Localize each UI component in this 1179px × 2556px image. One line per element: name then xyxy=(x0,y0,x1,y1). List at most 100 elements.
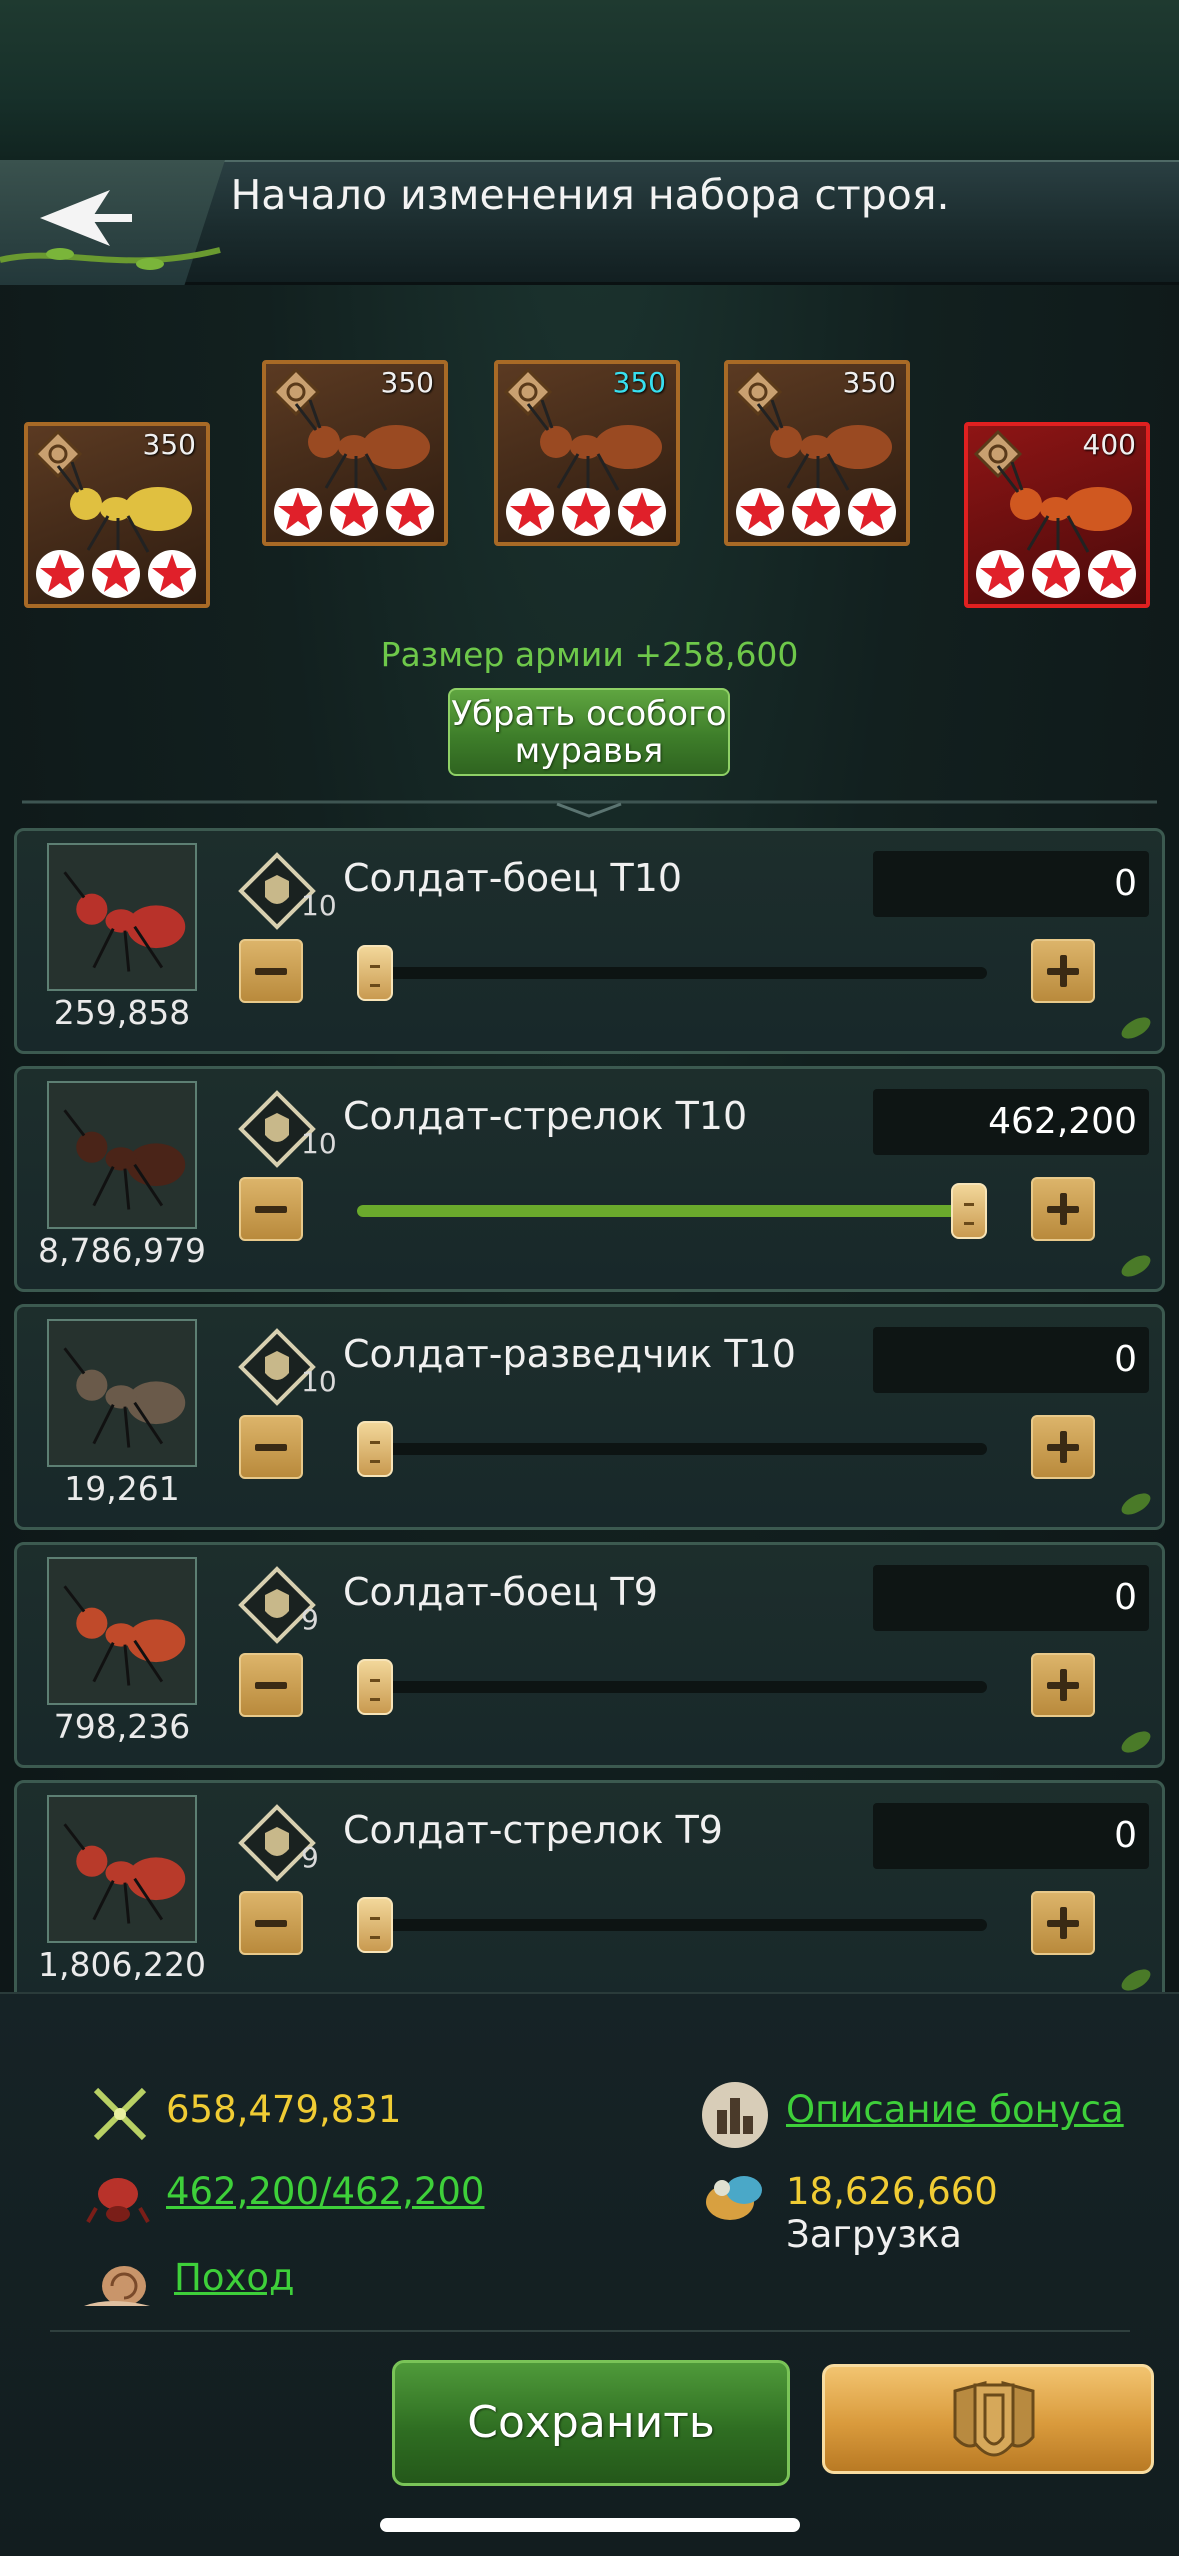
section-divider xyxy=(22,800,1157,818)
troop-slider-handle[interactable] xyxy=(357,1897,393,1953)
hero-card[interactable]: 350 xyxy=(494,360,680,546)
troop-available-count: 798,236 xyxy=(53,1707,191,1746)
march-link[interactable]: Поход xyxy=(174,2256,295,2299)
ant-icon xyxy=(49,1083,195,1227)
star-icon xyxy=(386,488,434,536)
decrease-button[interactable] xyxy=(239,939,303,1003)
hero-card[interactable]: 350 xyxy=(724,360,910,546)
shield-button[interactable] xyxy=(822,2364,1154,2474)
troop-slider-track[interactable] xyxy=(357,1681,987,1693)
troop-row: 798,236 9 Солдат-боец T9 0 xyxy=(14,1542,1165,1768)
star-icon xyxy=(562,488,610,536)
star-icon xyxy=(618,488,666,536)
bonus-description-link[interactable]: Описание бонуса xyxy=(786,2088,1124,2131)
troop-name: Солдат-боец T10 xyxy=(343,856,683,900)
leaf-decor xyxy=(1121,1731,1151,1753)
star-icon xyxy=(1088,550,1136,598)
hero-card[interactable]: 350 xyxy=(24,422,210,608)
troop-tier: 9 xyxy=(301,1841,319,1874)
star-icon xyxy=(330,488,378,536)
troop-quantity-input[interactable]: 0 xyxy=(873,1327,1149,1393)
star-icon xyxy=(506,488,554,536)
increase-button[interactable] xyxy=(1031,939,1095,1003)
troop-quantity-input[interactable]: 0 xyxy=(873,1565,1149,1631)
troop-row: 8,786,979 10 Солдат-стрелок T10 462,200 xyxy=(14,1066,1165,1292)
troops-capacity-link[interactable]: 462,200/462,200 xyxy=(166,2170,484,2213)
load-label: Загрузка xyxy=(786,2213,962,2256)
star-icon xyxy=(148,550,196,598)
troop-slider-track[interactable] xyxy=(357,1443,987,1455)
home-indicator[interactable] xyxy=(380,2518,800,2532)
power-value: 658,479,831 xyxy=(166,2088,402,2131)
troop-slider-handle[interactable] xyxy=(357,945,393,1001)
back-arrow-icon[interactable] xyxy=(40,188,135,248)
decrease-button[interactable] xyxy=(239,1177,303,1241)
troop-slider-handle[interactable] xyxy=(357,1659,393,1715)
troop-quantity-input[interactable]: 0 xyxy=(873,851,1149,917)
vine-decor xyxy=(0,247,221,270)
star-rating xyxy=(272,486,436,538)
troop-slider-track[interactable] xyxy=(357,967,987,979)
troop-tier: 10 xyxy=(301,889,337,922)
troop-quantity-input[interactable]: 0 xyxy=(873,1803,1149,1869)
troop-available-count: 1,806,220 xyxy=(38,1945,206,1984)
troop-portrait xyxy=(47,1795,197,1943)
troop-row: 259,858 10 Солдат-боец T10 0 xyxy=(14,828,1165,1054)
hero-card[interactable]: 350 xyxy=(262,360,448,546)
troop-slider-track[interactable] xyxy=(357,1205,987,1217)
leaf-decor xyxy=(1121,1017,1151,1039)
decrease-button[interactable] xyxy=(239,1415,303,1479)
formation-screen: Начало изменения набора строя. 350 350 350… xyxy=(0,0,1179,2556)
increase-button[interactable] xyxy=(1031,1891,1095,1955)
bonus-chart-icon[interactable] xyxy=(700,2080,770,2150)
troop-name: Солдат-разведчик T10 xyxy=(343,1332,796,1376)
army-size-text: Размер армии +258,600 xyxy=(380,635,799,674)
star-icon xyxy=(792,488,840,536)
troop-name: Солдат-стрелок T9 xyxy=(343,1808,723,1852)
star-icon xyxy=(848,488,896,536)
star-rating xyxy=(504,486,668,538)
troop-quantity-input[interactable]: 462,200 xyxy=(873,1089,1149,1155)
load-stat: 18,626,660 Загрузка xyxy=(786,2170,1179,2256)
star-icon xyxy=(36,550,84,598)
leaf-decor xyxy=(1121,1493,1151,1515)
troop-portrait xyxy=(47,1557,197,1705)
troop-tier: 10 xyxy=(301,1127,337,1160)
troop-row: 1,806,220 9 Солдат-стрелок T9 0 xyxy=(14,1780,1165,2006)
remove-special-ant-button[interactable]: Убрать особого муравья xyxy=(448,688,730,776)
ant-troops-icon xyxy=(86,2178,150,2223)
ant-icon xyxy=(49,1321,195,1465)
troop-name: Солдат-боец T9 xyxy=(343,1570,658,1614)
hero-card[interactable]: 400 xyxy=(964,422,1150,608)
star-icon xyxy=(976,550,1024,598)
top-decor xyxy=(0,0,1179,160)
troop-portrait xyxy=(47,1081,197,1229)
star-icon xyxy=(736,488,784,536)
load-resources-icon xyxy=(706,2176,762,2220)
load-value: 18,626,660 xyxy=(786,2170,998,2213)
troop-slider-fill xyxy=(357,1205,987,1217)
increase-button[interactable] xyxy=(1031,1415,1095,1479)
troop-portrait xyxy=(47,843,197,991)
decrease-button[interactable] xyxy=(239,1891,303,1955)
troop-row: 19,261 10 Солдат-разведчик T10 0 xyxy=(14,1304,1165,1530)
troop-tier: 10 xyxy=(301,1365,337,1398)
troop-tier: 9 xyxy=(301,1603,319,1636)
increase-button[interactable] xyxy=(1031,1177,1095,1241)
troop-slider-handle[interactable] xyxy=(951,1183,987,1239)
star-icon xyxy=(92,550,140,598)
star-rating xyxy=(734,486,898,538)
increase-button[interactable] xyxy=(1031,1653,1095,1717)
troop-slider-handle[interactable] xyxy=(357,1421,393,1477)
save-button[interactable]: Сохранить xyxy=(392,2360,790,2486)
decrease-button[interactable] xyxy=(239,1653,303,1717)
page-title: Начало изменения набора строя. xyxy=(230,171,950,219)
shields-icon xyxy=(953,2381,1035,2457)
troop-available-count: 19,261 xyxy=(64,1469,180,1508)
troop-name: Солдат-стрелок T10 xyxy=(343,1094,748,1138)
ant-icon xyxy=(49,1559,195,1703)
star-rating xyxy=(34,548,198,600)
troop-available-count: 259,858 xyxy=(53,993,191,1032)
ant-icon xyxy=(49,845,195,989)
troop-slider-track[interactable] xyxy=(357,1919,987,1931)
